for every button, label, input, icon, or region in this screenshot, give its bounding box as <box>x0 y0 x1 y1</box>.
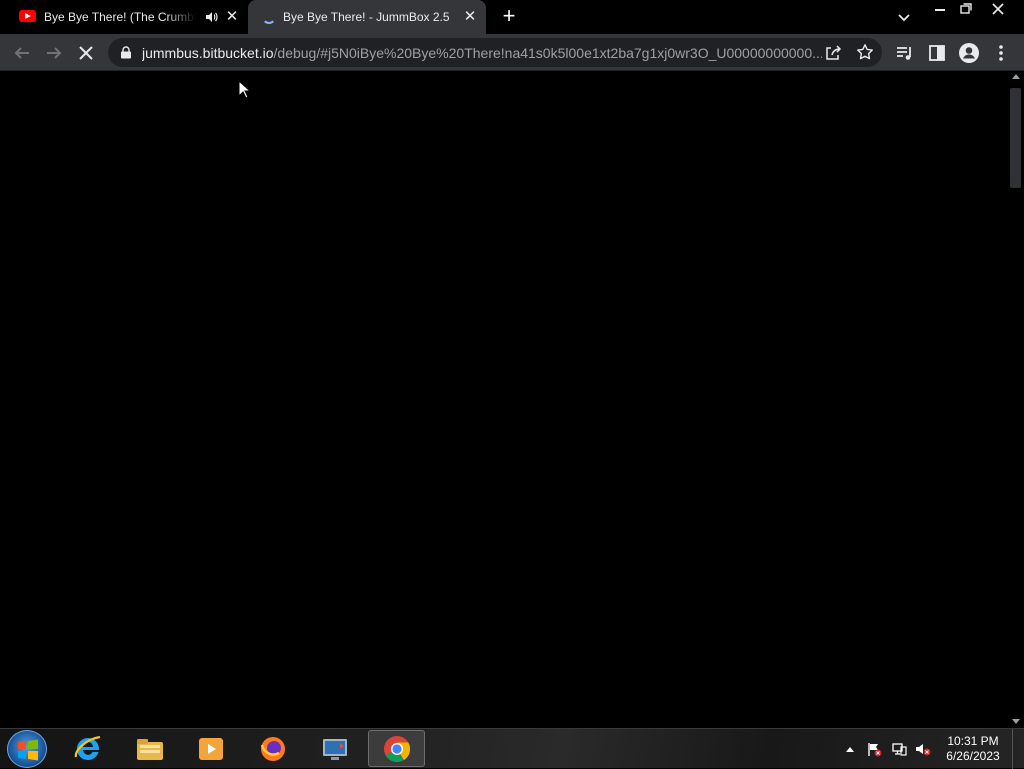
lock-icon[interactable] <box>120 46 132 59</box>
taskbar-internet-explorer[interactable] <box>59 730 116 767</box>
share-icon[interactable] <box>824 44 842 62</box>
close-tab-icon[interactable]: ✕ <box>224 9 240 25</box>
loading-spinner-icon <box>262 10 276 24</box>
volume-muted-icon[interactable] <box>915 741 931 757</box>
firefox-icon <box>260 737 285 761</box>
minimize-icon[interactable] <box>926 0 954 18</box>
show-desktop-button[interactable] <box>1012 729 1024 769</box>
taskbar-firefox[interactable] <box>244 730 301 767</box>
profile-avatar-icon[interactable] <box>958 42 980 64</box>
bookmark-star-icon[interactable] <box>856 43 874 61</box>
restore-icon[interactable] <box>952 0 980 18</box>
windows-taskbar: 10:31 PM 6/26/2023 <box>0 728 1024 769</box>
kebab-menu-icon[interactable] <box>990 42 1012 64</box>
start-button[interactable] <box>7 730 47 768</box>
new-tab-button[interactable]: + <box>499 5 519 27</box>
taskbar-remote-desktop[interactable] <box>306 730 363 767</box>
window-close-icon[interactable] <box>984 0 1012 18</box>
internet-explorer-icon <box>74 735 101 760</box>
tab-youtube[interactable]: Bye Bye There! (The Crumbling ✕ <box>0 0 247 34</box>
page-viewport[interactable] <box>0 72 1007 728</box>
windows-explorer-icon <box>137 739 163 760</box>
browser-toolbar: jummbus.bitbucket.io/debug/#j5N0iBye%20B… <box>0 34 1024 71</box>
media-player-icon <box>199 738 223 760</box>
youtube-icon <box>19 10 36 22</box>
taskbar-chrome[interactable] <box>368 730 425 767</box>
clock-time: 10:31 PM <box>947 734 999 748</box>
scroll-up-arrow-icon[interactable] <box>1012 74 1020 79</box>
system-clock[interactable]: 10:31 PM 6/26/2023 <box>940 734 1006 764</box>
side-panel-icon[interactable] <box>926 42 948 64</box>
media-controls-icon[interactable] <box>894 42 916 64</box>
taskbar-media-player[interactable] <box>182 730 239 767</box>
remote-desktop-icon <box>323 739 347 760</box>
scroll-down-arrow-icon[interactable] <box>1012 719 1020 724</box>
url-text[interactable]: jummbus.bitbucket.io/debug/#j5N0iBye%20B… <box>142 45 822 61</box>
mouse-cursor-icon <box>238 80 250 99</box>
taskbar-windows-explorer[interactable] <box>121 730 178 767</box>
show-hidden-icons-icon[interactable] <box>846 747 854 752</box>
url-path: /debug/#j5N0iBye%20Bye%20There!na41s0k5l… <box>273 45 822 61</box>
forward-arrow-icon[interactable] <box>43 42 65 64</box>
tab-title: Bye Bye There! (The Crumbling <box>44 10 196 24</box>
vertical-scrollbar[interactable] <box>1007 72 1024 728</box>
stop-loading-icon[interactable] <box>75 42 97 64</box>
speaker-icon[interactable] <box>204 10 218 24</box>
chrome-icon <box>384 736 411 763</box>
action-center-flag-icon[interactable] <box>866 741 882 757</box>
network-icon[interactable] <box>891 741 907 757</box>
tab-strip: Bye Bye There! (The Crumbling ✕ Bye Bye … <box>0 0 1024 34</box>
address-bar[interactable]: jummbus.bitbucket.io/debug/#j5N0iBye%20B… <box>108 38 882 67</box>
url-host: jummbus.bitbucket.io <box>142 45 274 61</box>
tab-search-chevron-icon[interactable] <box>895 8 913 26</box>
scroll-thumb[interactable] <box>1010 88 1021 188</box>
close-tab-icon[interactable]: ✕ <box>462 9 478 25</box>
tab-title: Bye Bye There! - JummBox 2.5 <box>283 10 450 24</box>
tab-jummbox[interactable]: Bye Bye There! - JummBox 2.5 ✕ <box>248 0 486 34</box>
windows-logo-icon <box>18 739 38 761</box>
back-arrow-icon[interactable] <box>11 42 33 64</box>
clock-date: 6/26/2023 <box>946 749 1000 763</box>
